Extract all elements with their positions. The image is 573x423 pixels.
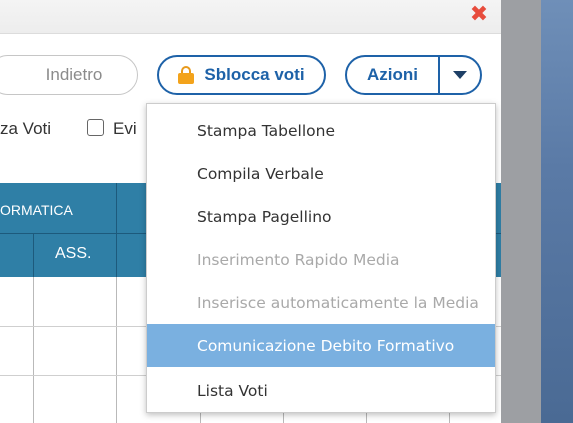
actions-caret-toggle[interactable] (440, 71, 480, 79)
caret-down-icon (453, 71, 467, 79)
title-bar: ✖ (0, 0, 501, 34)
menu-item-fill-report[interactable]: Compila Verbale (147, 152, 495, 195)
show-grades-label: za Voti (0, 119, 52, 138)
menu-item-print-board[interactable]: Stampa Tabellone (147, 109, 495, 152)
header-col-line (33, 233, 34, 277)
grid-col-line (116, 277, 117, 423)
back-button-label: Indietro (45, 65, 103, 84)
grid-subject-header: ORMATICA (0, 202, 73, 218)
highlight-checkbox[interactable] (87, 119, 104, 136)
menu-item-debt-notice[interactable]: Comunicazione Debito Formativo (147, 324, 495, 367)
unlock-grades-label: Sblocca voti (204, 65, 305, 84)
actions-label: Azioni (367, 65, 418, 84)
lock-icon (178, 66, 195, 84)
close-icon[interactable]: ✖ (468, 4, 490, 26)
back-button[interactable]: Indietro (0, 55, 138, 95)
grid-col-line (33, 277, 34, 423)
dialog-window: ✖ Indietro Sblocca voti Azioni za Voti E… (0, 0, 501, 423)
menu-item-quick-average: Inserimento Rapido Media (197, 250, 400, 269)
highlight-label: Evi (113, 119, 137, 138)
actions-dropdown-button[interactable]: Azioni (345, 55, 482, 95)
menu-item-auto-average: Inserisce automaticamente la Media (197, 293, 479, 312)
unlock-grades-button[interactable]: Sblocca voti (157, 55, 326, 95)
menu-item-print-report-card[interactable]: Stampa Pagellino (147, 195, 495, 238)
actions-dropdown-menu: Stampa Tabellone Compila Verbale Stampa … (146, 103, 496, 413)
grid-absences-header: ASS. (55, 245, 92, 262)
desktop-background-blue (541, 0, 573, 423)
header-col-line (116, 183, 117, 277)
menu-item-grades-list[interactable]: Lista Voti (147, 369, 495, 412)
desktop-background-gray (501, 0, 541, 423)
